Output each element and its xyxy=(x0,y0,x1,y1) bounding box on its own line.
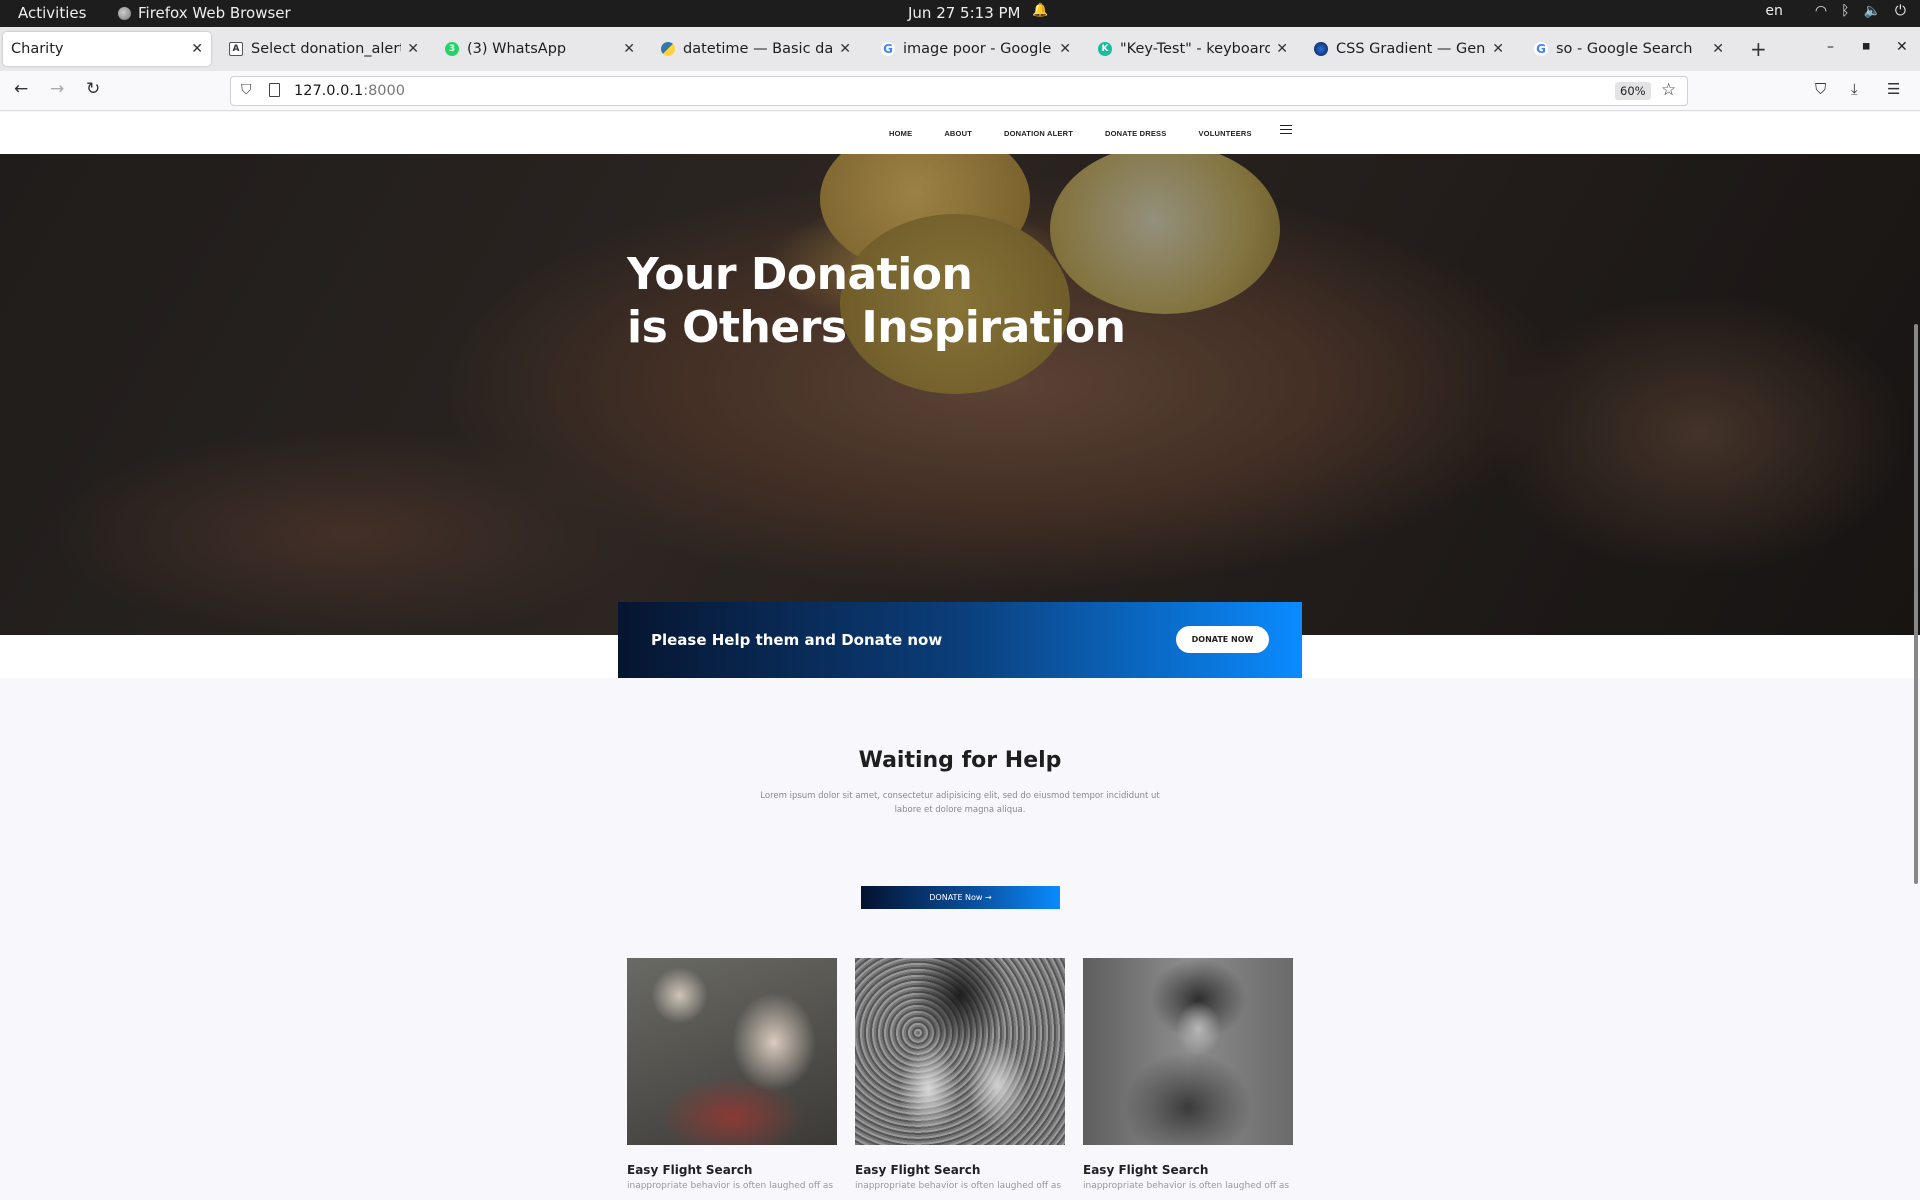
tab-title: (3) WhatsApp xyxy=(467,41,567,57)
wifi-icon: ◠ xyxy=(1814,3,1828,19)
address-bar[interactable]: ⛉ 127.0.0.1:8000 60% ☆ xyxy=(230,76,1688,106)
django-icon: A xyxy=(229,42,243,56)
whatsapp-icon: 3 xyxy=(445,42,459,56)
google-icon: G xyxy=(881,42,895,56)
card-title: Easy Flight Search xyxy=(855,1163,981,1177)
close-window-button[interactable]: ✕ xyxy=(1896,39,1908,55)
minimize-button[interactable]: – xyxy=(1827,39,1834,55)
google-icon: G xyxy=(1534,42,1548,56)
close-tab-icon[interactable]: ✕ xyxy=(1712,41,1724,57)
reload-button[interactable]: ↻ xyxy=(86,79,100,99)
pocket-icon[interactable]: ⛉ xyxy=(1815,80,1826,98)
tab-title: Charity xyxy=(11,41,64,57)
app-name: Firefox Web Browser xyxy=(138,4,291,22)
child-photo xyxy=(627,958,837,1145)
tab-datetime[interactable]: datetime — Basic date a ✕ xyxy=(653,32,859,66)
close-tab-icon[interactable]: ✕ xyxy=(1276,41,1288,57)
tab-title: image poor - Google Sea xyxy=(903,41,1053,57)
page-info-icon[interactable] xyxy=(269,83,280,97)
tab-key-test[interactable]: K "Key-Test" - keyboard te ✕ xyxy=(1090,32,1296,66)
close-tab-icon[interactable]: ✕ xyxy=(191,41,203,57)
bluetooth-icon: ᛒ xyxy=(1841,3,1850,19)
hero-heading: Your Donation is Others Inspiration xyxy=(627,249,1126,353)
tab-title: CSS Gradient — Generat xyxy=(1336,41,1486,57)
cssgradient-icon xyxy=(1314,42,1328,56)
page-scrollbar[interactable] xyxy=(1914,324,1918,884)
nav-donate-dress[interactable]: DONATE DRESS xyxy=(1105,129,1166,138)
site-menu: HOME ABOUT DONATION ALERT DONATE DRESS V… xyxy=(889,129,1284,138)
navigation-toolbar: ← → ↻ ⛉ 127.0.0.1:8000 60% ☆ ⛉ ⤓ ☰ xyxy=(0,71,1920,111)
app-menu[interactable]: Firefox Web Browser xyxy=(118,4,291,22)
elderly-man-photo xyxy=(1083,958,1293,1145)
help-card[interactable]: Easy Flight Search inappropriate behavio… xyxy=(627,958,837,1191)
system-tray[interactable]: en ◠ ᛒ 🔈 ⏻ xyxy=(1765,3,1906,19)
zoom-indicator[interactable]: 60% xyxy=(1615,82,1651,100)
system-top-bar: Activities Firefox Web Browser Jun 27 5:… xyxy=(0,0,1920,27)
bookmark-star-icon[interactable]: ☆ xyxy=(1661,80,1676,100)
section-title: Waiting for Help xyxy=(858,748,1062,773)
activities-button[interactable]: Activities xyxy=(18,4,86,22)
cta-text: Please Help them and Donate now xyxy=(651,631,943,649)
tab-donation-alert[interactable]: A Select donation_alert to ✕ xyxy=(221,32,427,66)
donate-cta-banner: Please Help them and Donate now DONATE N… xyxy=(618,602,1302,678)
notification-icon: 🔔 xyxy=(1032,3,1049,18)
tab-title: datetime — Basic date a xyxy=(683,41,834,57)
back-button[interactable]: ← xyxy=(14,79,28,99)
python-icon xyxy=(661,42,675,56)
nav-about[interactable]: ABOUT xyxy=(944,129,972,138)
card-text: inappropriate behavior is often laughed … xyxy=(627,1181,834,1191)
help-card[interactable]: Easy Flight Search inappropriate behavio… xyxy=(1083,958,1293,1191)
close-tab-icon[interactable]: ✕ xyxy=(407,41,419,57)
tab-strip: Charity ✕ A Select donation_alert to ✕ 3… xyxy=(0,27,1920,71)
hero-overlay xyxy=(0,154,1920,635)
sandals-photo xyxy=(855,958,1065,1145)
forward-button[interactable]: → xyxy=(50,79,64,99)
maximize-button[interactable]: ◼ xyxy=(1862,41,1870,52)
close-tab-icon[interactable]: ✕ xyxy=(839,41,851,57)
nav-home[interactable]: HOME xyxy=(889,129,912,138)
card-title: Easy Flight Search xyxy=(627,1163,753,1177)
card-title: Easy Flight Search xyxy=(1083,1163,1209,1177)
tab-whatsapp[interactable]: 3 (3) WhatsApp ✕ xyxy=(437,32,643,66)
downloads-icon[interactable]: ⤓ xyxy=(1851,80,1858,98)
nav-volunteers[interactable]: VOLUNTEERS xyxy=(1198,129,1251,138)
tab-so-search[interactable]: G so - Google Search ✕ xyxy=(1526,32,1732,66)
tab-title: "Key-Test" - keyboard te xyxy=(1120,41,1271,57)
clock[interactable]: Jun 27 5:13 PM xyxy=(908,4,1021,22)
tab-image-poor[interactable]: G image poor - Google Sea ✕ xyxy=(873,32,1079,66)
donate-now-button[interactable]: DONATE NOW xyxy=(1176,626,1269,653)
power-icon: ⏻ xyxy=(1894,3,1906,19)
language-indicator[interactable]: en xyxy=(1765,3,1783,19)
tab-title: Select donation_alert to xyxy=(251,41,402,57)
keytest-icon: K xyxy=(1098,42,1112,56)
site-header: HOME ABOUT DONATION ALERT DONATE DRESS V… xyxy=(0,112,1920,154)
nav-donation-alert[interactable]: DONATION ALERT xyxy=(1004,129,1073,138)
close-tab-icon[interactable]: ✕ xyxy=(1492,41,1504,57)
card-text: inappropriate behavior is often laughed … xyxy=(855,1181,1062,1191)
url-text[interactable]: 127.0.0.1:8000 xyxy=(294,83,405,99)
new-tab-button[interactable]: + xyxy=(1750,37,1767,61)
tab-title: so - Google Search xyxy=(1556,41,1693,57)
donate-now-arrow-button[interactable]: DONATE Now → xyxy=(861,886,1060,909)
tab-css-gradient[interactable]: CSS Gradient — Generat ✕ xyxy=(1306,32,1512,66)
close-tab-icon[interactable]: ✕ xyxy=(1059,41,1071,57)
web-page: HOME ABOUT DONATION ALERT DONATE DRESS V… xyxy=(0,112,1920,1200)
menu-icon[interactable]: ☰ xyxy=(1887,80,1900,98)
hamburger-menu-icon[interactable] xyxy=(1280,125,1292,134)
firefox-icon xyxy=(118,6,131,20)
hero-banner: Your Donation is Others Inspiration xyxy=(0,154,1920,635)
card-text: inappropriate behavior is often laughed … xyxy=(1083,1181,1290,1191)
help-card[interactable]: Easy Flight Search inappropriate behavio… xyxy=(855,958,1065,1191)
tab-charity[interactable]: Charity ✕ xyxy=(3,32,211,66)
close-tab-icon[interactable]: ✕ xyxy=(623,41,635,57)
volume-icon: 🔈 xyxy=(1863,3,1881,19)
shield-icon[interactable]: ⛉ xyxy=(241,82,252,98)
section-subtitle: Lorem ipsum dolor sit amet, consectetur … xyxy=(760,791,1160,815)
